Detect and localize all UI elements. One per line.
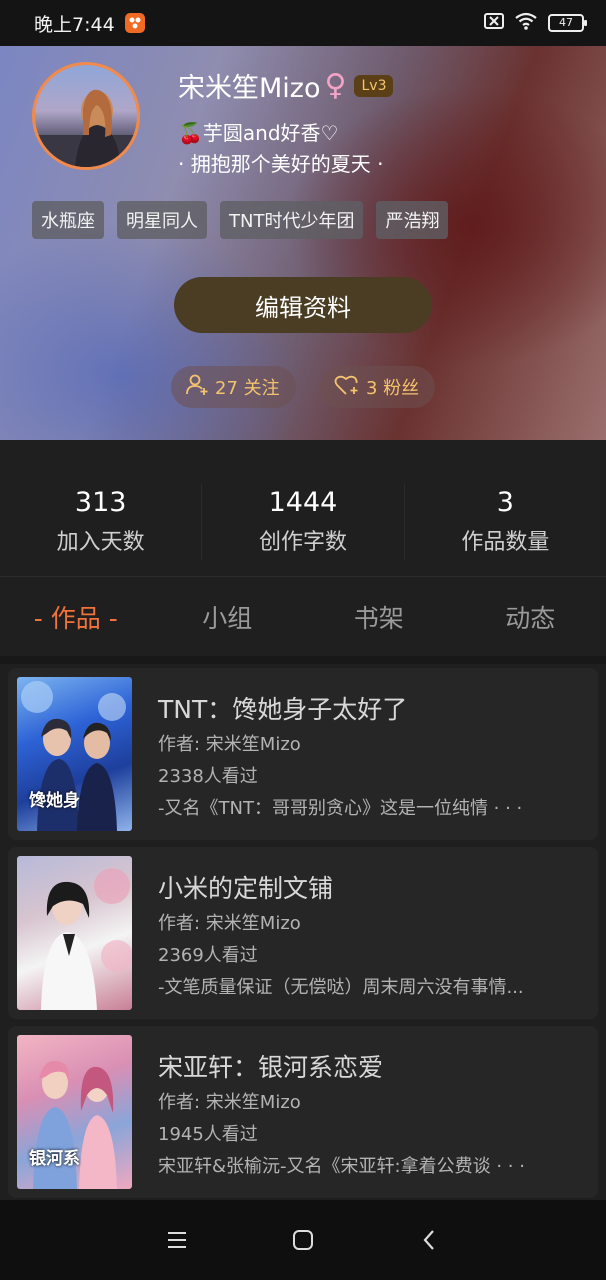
- stat-value: 3: [496, 487, 514, 518]
- tab-activity[interactable]: 动态: [455, 596, 606, 642]
- stat-label: 创作字数: [258, 530, 347, 555]
- female-icon: ♀: [324, 67, 347, 103]
- divider: [0, 576, 606, 577]
- menu-icon[interactable]: [163, 1226, 191, 1254]
- work-views: 2338人看过: [158, 766, 258, 787]
- home-icon[interactable]: [289, 1226, 317, 1254]
- cover-art-text: 银河系: [29, 1149, 80, 1169]
- tab-groups[interactable]: 小组: [152, 596, 304, 642]
- stat-value: 1444: [268, 487, 338, 518]
- work-card[interactable]: 银河系 宋亚轩：银河系恋爱 作者: 宋米笙Mizo 1945人看过 宋亚轩&张榆…: [8, 1026, 598, 1198]
- wifi-icon: [514, 12, 538, 34]
- tag-item[interactable]: 严浩翔: [376, 201, 449, 239]
- fans-count: 3 粉丝: [366, 378, 420, 399]
- level-badge: Lv3: [354, 74, 394, 97]
- tab-bookshelf[interactable]: 书架: [303, 596, 455, 642]
- name-row: 宋米笙Mizo ♀ Lv3: [178, 66, 394, 105]
- tag-item[interactable]: 水瓶座: [32, 201, 104, 239]
- work-cover-image: [17, 856, 132, 1010]
- work-author: 作者: 宋米笙Mizo: [158, 734, 301, 755]
- work-description: 宋亚轩&张榆沅-又名《宋亚轩:拿着公费谈 · · ·: [158, 1156, 525, 1177]
- signature-line-2: · 拥抱那个美好的夏天 ·: [178, 152, 384, 176]
- work-card[interactable]: 小米的定制文铺 作者: 宋米笙Mizo 2369人看过 -文笔质量保证（无偿哒）…: [8, 847, 598, 1019]
- sim-off-icon: [484, 13, 504, 33]
- work-description: -文笔质量保证（无偿哒）周末周六没有事情...: [158, 977, 524, 998]
- work-card[interactable]: 馋她身 TNT：馋她身子太好了 作者: 宋米笙Mizo 2338人看过 -又名《…: [8, 668, 598, 840]
- tag-list: 水瓶座 明星同人 TNT时代少年团 严浩翔: [32, 201, 449, 239]
- work-views: 1945人看过: [158, 1124, 258, 1145]
- work-title: 宋亚轩：银河系恋爱: [158, 1053, 384, 1082]
- stats-row: 313 加入天数 1444 创作字数 3 作品数量: [0, 484, 606, 560]
- work-views: 2369人看过: [158, 945, 258, 966]
- work-cover-image: 馋她身: [17, 677, 132, 831]
- app-notification-icon: [124, 13, 145, 33]
- following-button[interactable]: 27 关注: [171, 366, 296, 408]
- heart-plus-icon: [334, 374, 360, 401]
- status-bar: 晚上7:44 47: [0, 0, 606, 46]
- battery-icon: 47: [548, 14, 587, 32]
- profile-header: 宋米笙Mizo ♀ Lv3 🍒芋圆and好香♡ · 拥抱那个美好的夏天 · 水瓶…: [0, 46, 606, 440]
- tab-works[interactable]: - 作品 -: [0, 596, 152, 642]
- signature-line-1: 🍒芋圆and好香♡: [178, 121, 339, 145]
- stat-works-count: 3 作品数量: [405, 484, 606, 560]
- tag-item[interactable]: 明星同人: [117, 201, 207, 239]
- status-time: 晚上7:44: [34, 13, 115, 36]
- person-add-icon: [185, 374, 209, 401]
- system-nav-bar: [0, 1200, 606, 1280]
- fans-button[interactable]: 3 粉丝: [320, 366, 435, 408]
- work-title: 小米的定制文铺: [158, 874, 334, 903]
- profile-tabs: - 作品 - 小组 书架 动态: [0, 596, 606, 642]
- tag-item[interactable]: TNT时代少年团: [220, 201, 364, 239]
- following-count: 27 关注: [215, 378, 280, 399]
- user-name: 宋米笙Mizo: [178, 73, 321, 104]
- stat-label: 作品数量: [461, 530, 550, 555]
- stat-label: 加入天数: [56, 530, 145, 555]
- section-separator: [0, 656, 606, 664]
- work-description: -又名《TNT：哥哥别贪心》这是一位纯情 · · ·: [158, 798, 523, 819]
- work-title: TNT：馋她身子太好了: [158, 695, 408, 724]
- back-icon[interactable]: [415, 1226, 443, 1254]
- stat-join-days: 313 加入天数: [0, 484, 203, 560]
- cover-art-text: 馋她身: [29, 791, 80, 811]
- work-cover-image: 银河系: [17, 1035, 132, 1189]
- edit-profile-button[interactable]: 编辑资料: [174, 277, 432, 333]
- work-author: 作者: 宋米笙Mizo: [158, 913, 301, 934]
- stat-word-count: 1444 创作字数: [202, 484, 405, 560]
- avatar[interactable]: [32, 62, 140, 170]
- work-author: 作者: 宋米笙Mizo: [158, 1092, 301, 1113]
- works-list: 馋她身 TNT：馋她身子太好了 作者: 宋米笙Mizo 2338人看过 -又名《…: [8, 668, 598, 1205]
- stat-value: 313: [74, 487, 127, 518]
